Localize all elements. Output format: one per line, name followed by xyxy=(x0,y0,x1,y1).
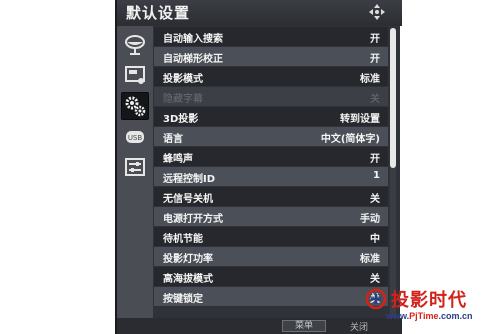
settings-row[interactable]: 自动梯形校正 开 xyxy=(154,47,388,66)
sidebar-item-picture[interactable] xyxy=(121,61,149,89)
exit-label: 关闭 xyxy=(350,323,369,333)
setting-label: 自动梯形校正 xyxy=(163,54,223,65)
setting-label: 无信号关机 xyxy=(163,194,213,205)
settings-row[interactable]: 投影灯功率 标准 xyxy=(154,247,388,266)
osd-panel: 默认设置 USB 自动输入搜索 开 自动梯形校正 开 投影模式 标准 隐藏字幕 … xyxy=(115,0,402,334)
settings-list: 自动输入搜索开自动梯形校正开投影模式 标准 隐藏字幕关 3D投影 转到设置 语言 中文(简体… xyxy=(154,27,388,307)
setting-value: 中 xyxy=(370,234,380,245)
scrollbar-thumb[interactable] xyxy=(390,28,396,168)
setting-value: 手动 xyxy=(360,214,380,225)
settings-row[interactable]: 待机节能 中 xyxy=(154,227,388,246)
setting-value: 标准 xyxy=(360,74,380,85)
osd-header: 默认设置 xyxy=(117,0,402,26)
sidebar-item-input[interactable] xyxy=(121,31,149,59)
setting-value: 1 xyxy=(373,170,380,181)
usb-icon: USB xyxy=(126,131,144,143)
sidebar-item-settings[interactable] xyxy=(121,92,149,120)
setting-value: 中文(简体字) xyxy=(320,134,380,145)
setting-label: 投影模式 xyxy=(163,74,203,85)
settings-row[interactable]: 投影模式 标准 xyxy=(154,67,388,86)
setting-label: 待机节能 xyxy=(163,234,203,245)
setting-label: 语言 xyxy=(163,134,183,145)
setting-value: 关 xyxy=(370,194,380,205)
setting-label: 电源打开方式 xyxy=(163,214,223,225)
setting-label: 隐藏字幕 xyxy=(163,94,203,105)
sidebar-item-usb[interactable]: USB xyxy=(121,123,149,151)
dpad-nav-icon xyxy=(369,4,385,20)
osd-footer: 菜单 关闭 xyxy=(117,318,402,334)
settings-row[interactable]: 语言 中文(简体字) xyxy=(154,127,388,146)
sliders-icon xyxy=(125,158,145,176)
page-title: 默认设置 xyxy=(126,4,191,22)
settings-row[interactable]: 无信号关机 关 xyxy=(154,187,388,206)
picture-icon xyxy=(125,66,145,84)
watermark-url-brand: PjTime xyxy=(409,311,439,321)
settings-row[interactable]: 远程控制ID 1 xyxy=(154,167,388,186)
settings-row[interactable]: 自动输入搜索 开 xyxy=(154,27,388,46)
setting-label: 投影灯功率 xyxy=(163,254,213,265)
setting-label: 3D投影 xyxy=(163,114,199,125)
setting-label: 高海拔模式 xyxy=(163,274,213,285)
setting-value: 转到设置 xyxy=(340,114,380,125)
svg-text:USB: USB xyxy=(128,134,143,142)
settings-row[interactable]: 电源打开方式 手动 xyxy=(154,207,388,226)
settings-row[interactable]: 蜂鸣声 开 xyxy=(154,147,388,166)
scrollbar[interactable] xyxy=(390,28,396,320)
setting-value: 开 xyxy=(370,54,380,65)
category-sidebar: USB xyxy=(117,26,153,334)
setting-label: 自动输入搜索 xyxy=(163,34,223,45)
settings-row[interactable]: 3D投影 转到设置 xyxy=(154,107,388,126)
settings-row[interactable]: 高海拔模式 关 xyxy=(154,267,388,286)
settings-row[interactable]: 按键锁定关 xyxy=(154,287,388,306)
satellite-dish-icon xyxy=(125,35,145,55)
setting-value: 关 xyxy=(370,94,380,105)
menu-button[interactable]: 菜单 xyxy=(282,320,326,332)
pjtime-logo-icon xyxy=(365,288,387,310)
setting-value: 开 xyxy=(370,34,380,45)
setting-value: 关 xyxy=(370,274,380,285)
watermark-url: www.PjTime.com.cn xyxy=(386,311,473,321)
gears-icon xyxy=(125,96,146,117)
sidebar-item-options[interactable] xyxy=(121,153,149,181)
watermark-url-prefix: www. xyxy=(386,311,410,321)
watermark-url-suffix: .com.cn xyxy=(438,311,473,321)
setting-label: 远程控制ID xyxy=(163,174,216,185)
setting-value: 开 xyxy=(370,154,380,165)
settings-row: 隐藏字幕 关 xyxy=(154,87,388,106)
watermark-brand: 投影时代 xyxy=(391,290,467,311)
setting-label: 蜂鸣声 xyxy=(163,154,193,165)
setting-value: 标准 xyxy=(360,254,380,265)
setting-label: 按键锁定 xyxy=(163,294,203,305)
